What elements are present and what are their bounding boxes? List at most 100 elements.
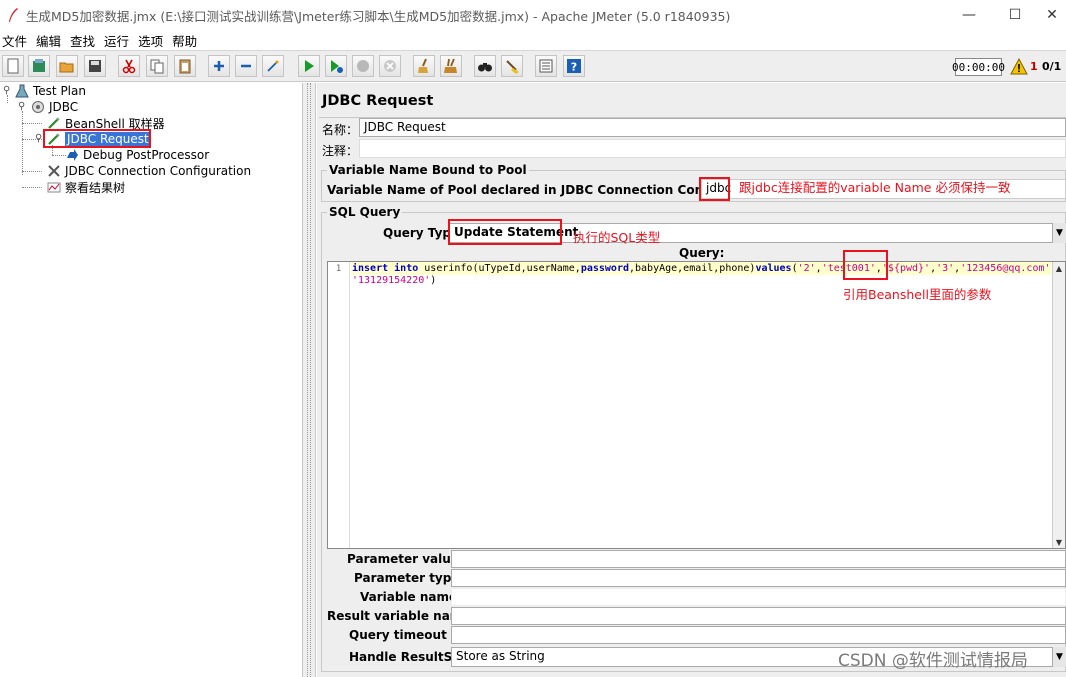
chevron-down-icon: ▼ xyxy=(1056,652,1063,662)
sql-query-section-title: SQL Query xyxy=(327,205,403,219)
tree-node-view-results-tree[interactable]: 察看结果树 xyxy=(46,179,125,195)
stop-icon xyxy=(357,60,369,72)
shutdown-button[interactable] xyxy=(379,55,401,77)
new-button[interactable] xyxy=(2,55,24,77)
test-plan-icon xyxy=(14,83,30,99)
active-threads: 0/1 xyxy=(1042,60,1062,73)
line-gutter: 1 xyxy=(328,262,350,548)
reset-search-button[interactable] xyxy=(501,55,523,77)
test-plan-tree: ⚲ Test Plan ⚲ JDBC BeanShell 取样器 ⚲ JDBC … xyxy=(0,83,302,677)
pool-name-annotation: 跟jdbc连接配置的variable Name 必须保持一致 xyxy=(739,180,1011,195)
minimize-button[interactable]: — xyxy=(946,0,992,30)
window-title: 生成MD5加密数据.jmx (E:\接口测试实战训练营\Jmeter练习脚本\生… xyxy=(26,8,731,24)
search-button[interactable] xyxy=(474,55,496,77)
warning-icon[interactable] xyxy=(1010,58,1028,76)
highlight-jdbc-request-node xyxy=(43,129,151,148)
highlight-query-type xyxy=(448,219,562,245)
query-timeout-field[interactable] xyxy=(451,626,1066,644)
start-no-pauses-button[interactable] xyxy=(325,55,347,77)
name-field[interactable]: JDBC Request xyxy=(359,118,1066,137)
save-button[interactable] xyxy=(84,55,106,77)
variable-names-field[interactable] xyxy=(451,588,1066,606)
query-editor[interactable]: 1 insert into userinfo(uTypeId,userName,… xyxy=(327,261,1066,549)
scroll-down-icon[interactable]: ▼ xyxy=(1053,536,1065,548)
query-type-dropdown[interactable]: ▼ xyxy=(1052,223,1066,243)
expand-all-button[interactable] xyxy=(208,55,230,77)
clear-all-button[interactable] xyxy=(440,55,462,77)
clipboard-icon xyxy=(179,59,191,74)
scissors-icon xyxy=(122,59,136,74)
postprocessor-icon xyxy=(64,147,80,163)
menu-options[interactable]: 选项 xyxy=(138,31,163,50)
listener-icon xyxy=(46,179,62,195)
comment-label: 注释： xyxy=(322,144,359,158)
menu-search[interactable]: 查找 xyxy=(70,31,95,50)
cut-button[interactable] xyxy=(118,55,140,77)
open-button[interactable] xyxy=(56,55,78,77)
folder-open-icon xyxy=(59,62,74,73)
tree-node-label: 察看结果树 xyxy=(65,180,126,195)
pool-section-title: Variable Name Bound to Pool xyxy=(327,163,529,177)
elapsed-timer: 00:00:00 xyxy=(952,58,1005,76)
clear-button[interactable] xyxy=(413,55,435,77)
chevron-down-icon: ▼ xyxy=(1056,228,1063,238)
tree-toggle-jdbc[interactable]: ⚲ xyxy=(18,101,26,113)
help-icon: ? xyxy=(567,59,581,74)
toolbar: ? 00:00:00 1 0/1 xyxy=(0,50,1066,82)
copy-icon xyxy=(150,59,164,74)
comment-field[interactable] xyxy=(359,139,1066,158)
close-button[interactable]: ✕ xyxy=(1038,0,1066,30)
shutdown-icon xyxy=(384,60,396,72)
tree-toggle-test-plan[interactable]: ⚲ xyxy=(3,85,11,97)
highlight-pwd-param xyxy=(843,250,888,280)
paste-button[interactable] xyxy=(174,55,196,77)
save-icon xyxy=(89,60,101,72)
config-icon xyxy=(46,163,62,179)
highlight-pool-name xyxy=(699,177,730,201)
parameter-values-field[interactable] xyxy=(451,550,1066,568)
watermark: CSDN @软件测试情报局 xyxy=(838,651,1028,671)
toggle-button[interactable] xyxy=(262,55,284,77)
menu-run[interactable]: 运行 xyxy=(104,31,129,50)
svg-text:?: ? xyxy=(571,61,577,74)
list-icon xyxy=(539,59,553,73)
name-label: 名称： xyxy=(322,123,359,137)
tree-node-label: JDBC xyxy=(49,100,79,114)
maximize-button[interactable]: ☐ xyxy=(992,0,1038,30)
toggle-wand-icon xyxy=(267,60,279,72)
tree-panel-splitter[interactable] xyxy=(302,83,316,677)
scroll-up-icon[interactable]: ▲ xyxy=(1053,262,1065,274)
collapse-all-button[interactable] xyxy=(235,55,257,77)
tree-toggle-jdbc-request[interactable]: ⚲ xyxy=(35,133,43,145)
query-type-annotation: 执行的SQL类型 xyxy=(573,230,661,245)
menu-edit[interactable]: 编辑 xyxy=(36,31,61,50)
title-bar: 生成MD5加密数据.jmx (E:\接口测试实战训练营\Jmeter练习脚本\生… xyxy=(0,0,1066,30)
stop-button[interactable] xyxy=(352,55,374,77)
handle-resultset-dropdown[interactable]: ▼ xyxy=(1052,647,1066,667)
help-button[interactable]: ? xyxy=(563,55,585,77)
start-button[interactable] xyxy=(298,55,320,77)
tree-node-debug-postprocessor[interactable]: Debug PostProcessor xyxy=(64,147,209,163)
thread-group-icon xyxy=(30,99,46,115)
templates-icon xyxy=(33,59,45,72)
binoculars-icon xyxy=(478,63,492,72)
tree-node-jdbc-thread-group[interactable]: JDBC xyxy=(30,99,78,115)
jmeter-feather-icon xyxy=(9,8,18,22)
copy-button[interactable] xyxy=(146,55,168,77)
parameter-types-field[interactable] xyxy=(451,569,1066,587)
tree-node-label: JDBC Connection Configuration xyxy=(65,164,252,178)
editor-scrollbar[interactable]: ▲ ▼ xyxy=(1052,262,1065,548)
param-annotation: 引用Beanshell里面的参数 xyxy=(843,287,992,302)
menu-file[interactable]: 文件 xyxy=(2,31,27,50)
warning-count: 1 xyxy=(1030,60,1038,73)
tree-node-test-plan[interactable]: Test Plan xyxy=(14,83,86,99)
menu-help[interactable]: 帮助 xyxy=(172,31,197,50)
function-helper-button[interactable] xyxy=(535,55,557,77)
plus-icon xyxy=(214,61,224,71)
templates-button[interactable] xyxy=(28,55,50,77)
tree-node-label: Debug PostProcessor xyxy=(83,148,210,162)
query-label: Query: xyxy=(679,246,725,260)
tree-node-jdbc-connection-configuration[interactable]: JDBC Connection Configuration xyxy=(46,163,251,179)
result-variable-name-field[interactable] xyxy=(451,607,1066,625)
menu-bar: 文件 编辑 查找 运行 选项 帮助 xyxy=(0,30,1066,50)
